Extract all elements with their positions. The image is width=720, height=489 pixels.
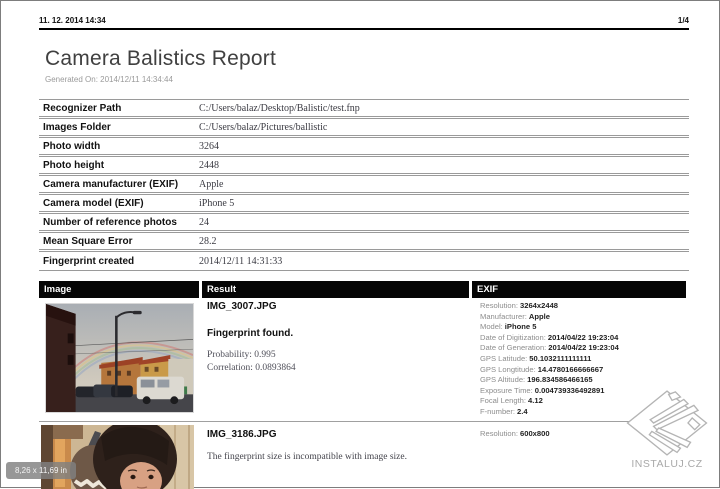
exif-line: GPS Altitude: 196.834586466165 (480, 375, 593, 385)
column-header-result: Result (202, 281, 469, 298)
meta-label: Number of reference photos (43, 216, 177, 228)
exif-line: Resolution: 3264x2448 (480, 301, 559, 310)
table-row: Camera manufacturer (EXIF) Apple (39, 176, 689, 195)
meta-value: 2014/12/11 14:31:33 (199, 255, 283, 267)
correlation-line: Correlation: 0.0893864 (207, 363, 296, 373)
meta-label: Photo height (43, 159, 105, 171)
page-title: Camera Balistics Report (45, 47, 277, 70)
table-row: Images Folder C:/Users/balaz/Pictures/ba… (39, 119, 689, 138)
page-number: 1/4 (677, 16, 689, 25)
meta-label: Images Folder (43, 121, 111, 133)
probability-line: Probability: 0.995 (207, 350, 276, 360)
meta-label: Recognizer Path (43, 102, 122, 114)
result-filename-1: IMG_3007.JPG (207, 301, 277, 312)
meta-label: Camera model (EXIF) (43, 197, 144, 209)
meta-value: 3264 (199, 140, 219, 152)
child-photo-illustration (41, 425, 194, 489)
page-header: 11. 12. 2014 14:34 1/4 (39, 16, 689, 30)
result-message-2: The fingerprint size is incompatible wit… (207, 452, 407, 462)
exif-line: Model: iPhone 5 (480, 322, 537, 332)
meta-label: Camera manufacturer (EXIF) (43, 178, 179, 190)
header-date: 11. 12. 2014 14:34 (39, 16, 106, 25)
header-rule (39, 28, 689, 30)
row-separator (39, 421, 689, 422)
exif-line: Manufacturer: Apple (480, 311, 550, 321)
result-details-1: Probability: 0.995 Correlation: 0.089386… (207, 349, 296, 375)
meta-label: Mean Square Error (43, 235, 133, 247)
meta-value: C:/Users/balaz/Desktop/Balistic/test.fnp (199, 102, 360, 114)
meta-label: Fingerprint created (43, 255, 135, 267)
watermark: INSTALUJ.CZ (621, 389, 713, 470)
exif-line: GPS Longtitude: 14.4780166666667 (480, 364, 604, 374)
table-row: Number of reference photos 24 (39, 214, 689, 233)
column-header-image: Image (39, 281, 199, 298)
exif-line: GPS Latitude: 50.1032111111111 (480, 353, 592, 363)
street-photo-illustration (46, 304, 193, 412)
meta-value: iPhone 5 (199, 197, 235, 209)
metadata-table: Recognizer Path C:/Users/balaz/Desktop/B… (39, 99, 689, 271)
photo-thumbnail-child (41, 425, 194, 489)
page-size-tooltip: 8,26 x 11,69 in (6, 462, 76, 479)
table-row: Photo width 3264 (39, 138, 689, 157)
meta-label: Photo width (43, 140, 101, 152)
result-verdict-1: Fingerprint found. (207, 328, 294, 339)
results-table-header: Image Result EXIF (39, 281, 689, 298)
report-page: { "page": { "header_date": "11. 12. 2014… (0, 0, 720, 489)
meta-value: Apple (199, 178, 224, 190)
column-header-exif: EXIF (472, 281, 686, 298)
table-row: Photo height 2448 (39, 157, 689, 176)
meta-value: 24 (199, 216, 209, 228)
meta-value: C:/Users/balaz/Pictures/ballistic (199, 121, 328, 133)
table-row: Fingerprint created 2014/12/11 14:31:33 (39, 252, 689, 271)
table-row: Camera model (EXIF) iPhone 5 (39, 195, 689, 214)
generated-on-label: Generated On: 2014/12/11 14:34:44 (45, 75, 173, 84)
diamond-logo-icon (626, 390, 708, 456)
watermark-text: INSTALUJ.CZ (631, 458, 703, 470)
meta-value: 2448 (199, 159, 219, 171)
title-block: Camera Balistics Report Generated On: 20… (45, 47, 276, 84)
meta-value: 28.2 (199, 235, 217, 247)
result-filename-2: IMG_3186.JPG (207, 429, 277, 440)
photo-thumbnail-street (45, 303, 194, 413)
exif-line: Date of Digitization: 2014/04/22 19:23:04 (480, 332, 619, 342)
table-row: Mean Square Error 28.2 (39, 233, 689, 252)
table-row: Recognizer Path C:/Users/balaz/Desktop/B… (39, 100, 689, 119)
exif-line: Date of Generation: 2014/04/22 19:23:04 (480, 343, 619, 353)
